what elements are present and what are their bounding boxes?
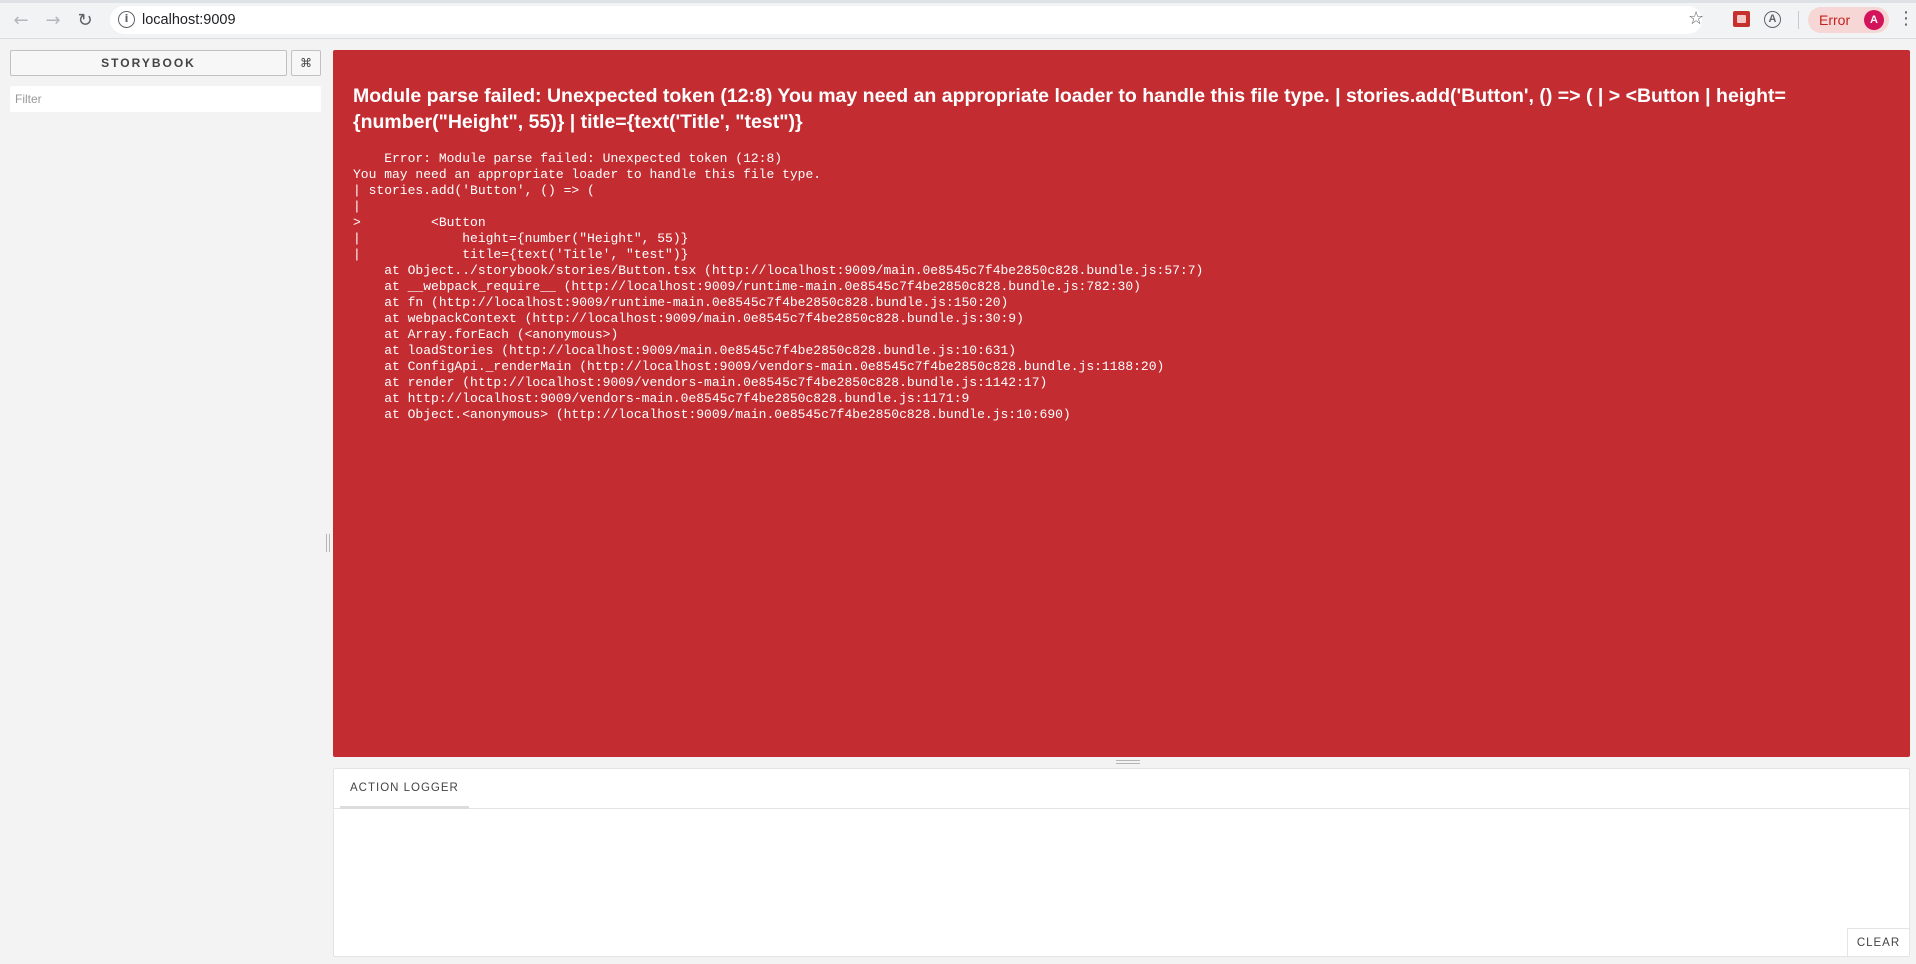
stack-line: at Object.<anonymous> (http://localhost:… [353,407,1071,422]
tab-action-logger[interactable]: ACTION LOGGER [340,769,469,809]
stack-line: You may need an appropriate loader to ha… [353,167,822,182]
browser-menu-icon[interactable]: ⋮ [1897,8,1915,29]
extension-icon[interactable] [1733,11,1750,27]
stack-line: at Object../storybook/stories/Button.tsx… [353,263,1204,278]
addon-tabs: ACTION LOGGER [334,769,1909,809]
extension-a-icon[interactable]: A [1764,11,1781,28]
toolbar-separator [1798,11,1799,29]
stack-line: | title={text('Title', "test")} [353,247,689,262]
forward-icon[interactable]: → [41,8,65,32]
stack-line: at __webpack_require__ (http://localhost… [353,279,1141,294]
browser-toolbar: ← → ↻ i localhost:9009 ☆ A Error A ⋮ [0,0,1916,39]
filter-input[interactable] [10,86,321,112]
stack-line: at http://localhost:9009/vendors-main.0e… [353,391,970,406]
stack-line: at loadStories (http://localhost:9009/ma… [353,343,1017,358]
error-preview-panel: Module parse failed: Unexpected token (1… [333,50,1910,757]
reload-icon[interactable]: ↻ [73,8,97,32]
stack-line: | height={number("Height", 55)} [353,231,689,246]
stack-line: at fn (http://localhost:9009/runtime-mai… [353,295,1009,310]
url-text[interactable]: localhost:9009 [142,12,236,28]
site-info-icon[interactable]: i [118,11,135,28]
bookmark-star-icon[interactable]: ☆ [1688,8,1704,29]
profile-error-label: Error [1819,12,1851,28]
tab-strip-edge [0,0,1916,3]
sidebar-resize-handle[interactable] [326,534,330,552]
clear-button[interactable]: CLEAR [1847,928,1909,956]
storybook-brand-button[interactable]: STORYBOOK [10,50,287,76]
stack-line: | [353,199,361,214]
stack-line: > <Button [353,215,486,230]
stack-line: at ConfigApi._renderMain (http://localho… [353,359,1165,374]
back-icon[interactable]: ← [9,8,33,32]
stack-line: at webpackContext (http://localhost:9009… [353,311,1024,326]
stack-line: at render (http://localhost:9009/vendors… [353,375,1048,390]
storybook-sidebar: STORYBOOK ⌘ [0,40,330,964]
address-bar[interactable]: i localhost:9009 [110,6,1702,34]
addon-panel: ACTION LOGGER CLEAR [333,768,1910,957]
panel-resize-handle[interactable] [1116,760,1140,764]
stack-line: | stories.add('Button', () => ( [353,183,595,198]
stack-line: Error: Module parse failed: Unexpected t… [353,151,783,166]
error-title: Module parse failed: Unexpected token (1… [353,85,1786,133]
stack-line: at Array.forEach (<anonymous>) [353,327,619,342]
avatar: A [1864,10,1884,30]
keyboard-shortcuts-icon[interactable]: ⌘ [291,50,321,76]
error-stack-trace: Error: Module parse failed: Unexpected t… [353,151,1890,423]
profile-error-button[interactable]: Error A [1808,7,1889,33]
